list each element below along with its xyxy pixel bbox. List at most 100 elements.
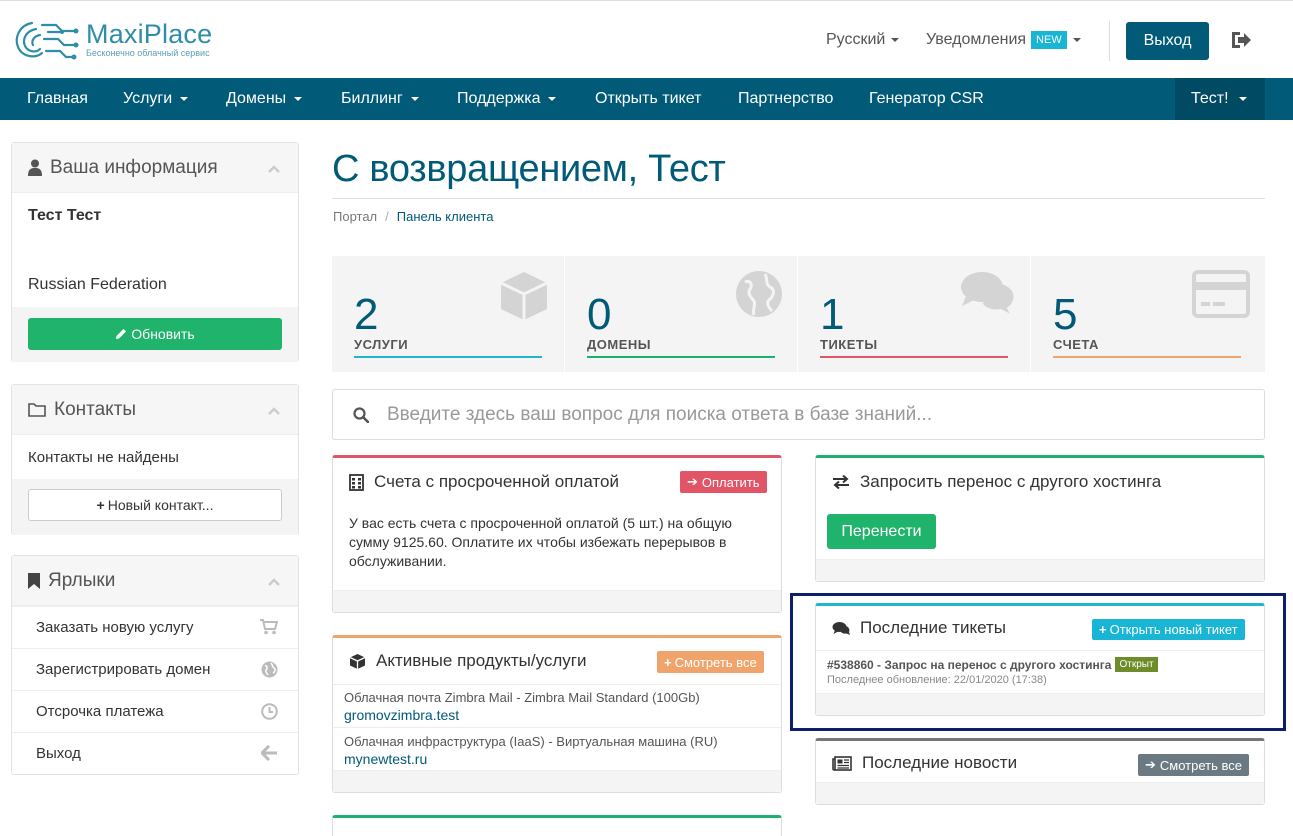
brand-name: MaxiPlace (86, 19, 213, 49)
breadcrumb-portal[interactable]: Портал (333, 209, 377, 224)
shortcut-label: Заказать новую услугу (36, 619, 194, 636)
arrow-right-icon: ➔ (1145, 757, 1156, 772)
view-all-label: Смотреть все (1159, 757, 1242, 773)
brand-logo[interactable]: MaxiPlace Бесконечно облачный сервис (12, 15, 212, 63)
card-header: Запросить перенос с другого хостинга (816, 458, 1264, 506)
user-icon (28, 159, 42, 176)
stat-underline (354, 356, 542, 358)
calculator-icon (349, 473, 364, 491)
pencil-icon (116, 329, 127, 339)
logout-button[interactable]: Выход (1126, 22, 1209, 60)
logo-icon (15, 21, 79, 60)
page-title: С возвращением, Тест (332, 148, 726, 190)
product-domain[interactable]: gromovzimbra.test (344, 706, 781, 724)
nav-item-services[interactable]: Услуги (123, 78, 189, 120)
user-country: Russian Federation (28, 276, 167, 293)
panel-footer: Обновить (12, 307, 298, 362)
shortcuts-panel: Ярлыки Заказать новую услугу Зарегистрир… (11, 555, 299, 775)
stats-bar: 2 УСЛУГИ 0 ДОМЕНЫ 1 ТИКЕТЫ 5 СЧЕТА (332, 256, 1265, 372)
selection-highlight (790, 593, 1286, 731)
pay-button[interactable]: ➔ Оплатить (680, 471, 767, 493)
chevron-down-icon (548, 96, 557, 101)
brand-tagline: Бесконечно облачный сервис (86, 48, 210, 58)
shortcut-order-service[interactable]: Заказать новую услугу (12, 606, 298, 648)
card-title: Последние новости (862, 753, 1018, 772)
arrow-right-icon: ➔ (687, 474, 698, 489)
chevron-up-icon[interactable] (268, 576, 280, 588)
stat-invoices[interactable]: 5 СЧЕТА (1031, 256, 1264, 372)
panel-header[interactable]: Ваша информация (12, 143, 298, 193)
chevron-down-icon (891, 37, 900, 42)
product-item[interactable]: Облачная инфраструктура (IaaS) - Виртуал… (333, 727, 781, 771)
breadcrumb: Портал / Панель клиента (333, 209, 493, 224)
comments-icon (961, 272, 1016, 316)
language-label: Русский (826, 31, 886, 48)
card-footer (333, 590, 781, 612)
site-header: MaxiPlace Бесконечно облачный сервис Рус… (0, 0, 1293, 78)
nav-item-support[interactable]: Поддержка (457, 78, 557, 120)
update-button[interactable]: Обновить (28, 318, 282, 350)
newspaper-icon (832, 755, 852, 771)
user-menu[interactable]: Тест! (1175, 78, 1265, 120)
sign-out-icon[interactable] (1230, 30, 1252, 50)
stat-domains[interactable]: 0 ДОМЕНЫ (565, 256, 798, 372)
view-all-news-button[interactable]: ➔ Смотреть все (1138, 754, 1249, 776)
stat-label: УСЛУГИ (354, 337, 409, 352)
stat-value: 1 (820, 290, 845, 339)
nav-item-label: Главная (27, 90, 88, 107)
stat-underline (820, 356, 1008, 358)
language-selector[interactable]: Русский (826, 31, 900, 49)
card-footer (816, 782, 1264, 804)
globe-icon (736, 271, 782, 317)
chevron-up-icon[interactable] (268, 163, 280, 175)
new-contact-button[interactable]: + Новый контакт... (28, 489, 282, 521)
breadcrumb-client-area[interactable]: Панель клиента (397, 209, 494, 224)
card-title: Активные продукты/услуги (376, 651, 587, 670)
globe-icon (261, 661, 278, 678)
stat-services[interactable]: 2 УСЛУГИ (332, 256, 565, 372)
nav-item-domains[interactable]: Домены (226, 78, 303, 120)
notifications-dropdown[interactable]: Уведомления New (926, 31, 1081, 49)
shortcut-label: Выход (36, 745, 81, 762)
stat-tickets[interactable]: 1 ТИКЕТЫ (798, 256, 1031, 372)
panel-header[interactable]: Ярлыки (12, 556, 298, 606)
nav-item-label: Поддержка (457, 90, 541, 107)
title-divider (332, 198, 1265, 199)
product-domain[interactable]: mynewtest.ru (344, 750, 781, 768)
chevron-down-icon (410, 96, 419, 101)
nav-item-affiliates[interactable]: Партнерство (738, 78, 833, 120)
panel-header[interactable]: Контакты (12, 385, 298, 435)
cube-icon (500, 272, 548, 320)
shortcut-logout[interactable]: Выход (12, 732, 298, 774)
overdue-text: У вас есть счета с просроченной оплатой … (349, 515, 732, 569)
transfer-button[interactable]: Перенести (827, 514, 936, 549)
shortcut-payment-deferral[interactable]: Отсрочка платежа (12, 690, 298, 732)
chevron-down-icon (294, 96, 303, 101)
search-icon (353, 406, 369, 423)
cart-icon (260, 619, 278, 635)
folder-icon (28, 402, 46, 417)
chevron-up-icon[interactable] (268, 405, 280, 417)
card-title: Счета с просроченной оплатой (374, 472, 619, 491)
nav-item-open-ticket[interactable]: Открыть тикет (595, 78, 701, 120)
exchange-icon (832, 475, 850, 489)
credit-card-icon (1192, 270, 1250, 318)
main-navigation: Главная Услуги Домены Биллинг Поддержка … (0, 78, 1293, 120)
search-input[interactable] (387, 403, 1227, 426)
card-footer (816, 559, 1264, 581)
nav-item-home[interactable]: Главная (27, 78, 88, 120)
product-item[interactable]: Облачная почта Zimbra Mail - Zimbra Mail… (333, 684, 781, 727)
product-name: Облачная почта Zimbra Mail - Zimbra Mail… (344, 690, 700, 705)
user-menu-label: Тест! (1191, 90, 1229, 107)
chevron-down-icon (1238, 96, 1247, 101)
nav-item-billing[interactable]: Биллинг (341, 78, 419, 120)
bookmark-icon (28, 572, 40, 589)
shortcut-register-domain[interactable]: Зарегистрировать домен (12, 648, 298, 690)
panel-title: Ваша информация (50, 156, 218, 178)
partial-card (332, 815, 782, 836)
panel-footer: + Новый контакт... (12, 479, 298, 535)
view-all-products-button[interactable]: + Смотреть все (657, 651, 764, 673)
your-info-panel: Ваша информация Тест Тест Russian Federa… (11, 142, 299, 362)
contacts-panel: Контакты Контакты не найдены + Новый кон… (11, 384, 299, 535)
nav-item-csr-generator[interactable]: Генератор CSR (869, 78, 984, 120)
